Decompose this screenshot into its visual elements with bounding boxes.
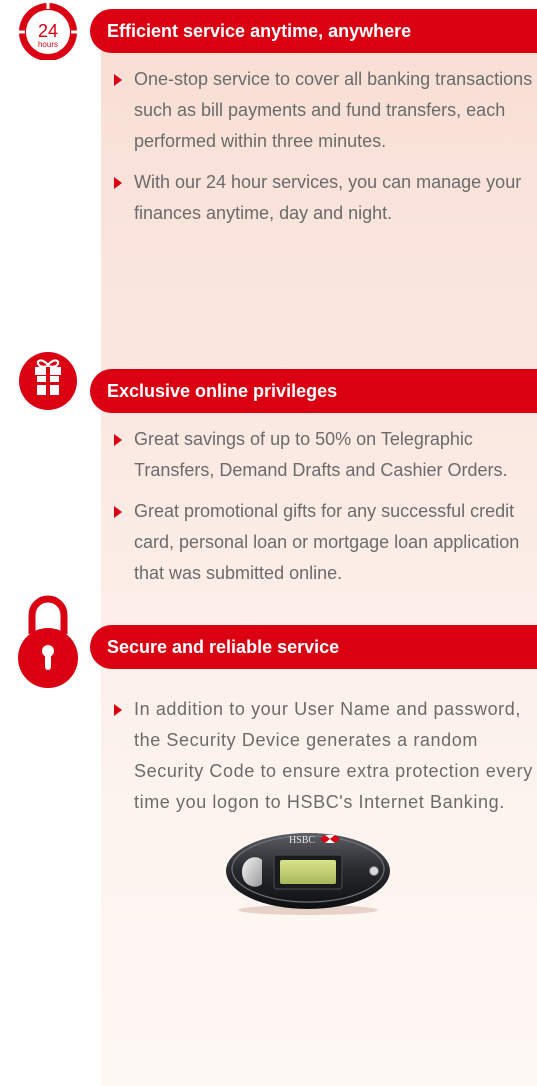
section-title-efficient-service: Efficient service anytime, anywhere [107,21,412,41]
clock-caption: hours [38,40,58,49]
clock-number: 24 [38,21,58,41]
device-brand: HSBC [289,835,315,846]
list-item: Great savings of up to 50% on Telegraphi… [113,424,533,486]
list-item: One-stop service to cover all banking tr… [113,64,533,157]
section-title-exclusive-privileges: Exclusive online privileges [107,381,338,401]
bullet-list-exclusive-privileges: Great savings of up to 50% on Telegraphi… [113,424,533,599]
padlock-icon [18,595,78,688]
24-hours-clock-icon: 24 hours [19,3,77,60]
gift-icon [19,352,77,410]
list-item: With our 24 hour services, you can manag… [113,167,533,229]
bullet-list-efficient-service: One-stop service to cover all banking tr… [113,64,533,239]
list-item: Great promotional gifts for any successf… [113,496,533,589]
list-item: In addition to your User Name and passwo… [113,694,533,818]
security-device-image: HSBC [226,833,390,915]
section-title-secure-service: Secure and reliable service [107,637,340,657]
bullet-list-secure-service: In addition to your User Name and passwo… [113,694,533,828]
